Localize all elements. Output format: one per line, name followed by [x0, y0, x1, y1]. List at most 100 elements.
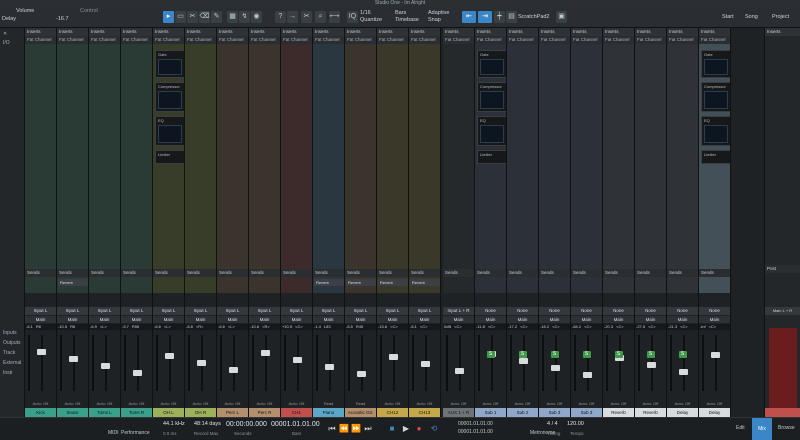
sends-header[interactable]: Sends [377, 269, 408, 277]
volume-fader[interactable] [324, 364, 334, 370]
cursor-follow-icon[interactable]: ┿ [494, 11, 505, 23]
volume-value[interactable]: -6.6 [154, 324, 161, 329]
volume-value[interactable]: +10.5 [282, 324, 292, 329]
input-select[interactable]: Input L [249, 307, 280, 315]
inserts-header[interactable]: Inserts [377, 28, 408, 36]
sends-header[interactable]: Sends [475, 269, 506, 277]
sends-header[interactable]: Sends [281, 269, 312, 277]
snap-grid-icon[interactable]: ⇥ [478, 11, 492, 23]
solo-button[interactable]: S [614, 351, 623, 358]
inserts-header[interactable]: Inserts [409, 28, 440, 36]
automation-mode[interactable]: Auto: Off [57, 401, 88, 407]
edit-button[interactable]: Edit [736, 425, 745, 431]
volume-value[interactable]: -6.1 [26, 324, 33, 329]
inserts-header[interactable]: Inserts [217, 28, 248, 36]
fat-channel-module[interactable]: Limiter [477, 150, 506, 164]
sends-header[interactable]: Sends [185, 269, 216, 277]
volume-fader[interactable] [260, 350, 270, 356]
channel-name[interactable]: CH1 [281, 408, 312, 417]
sends-header[interactable]: Sends [443, 269, 474, 277]
input-select[interactable]: Input L [25, 307, 56, 315]
volume-value[interactable]: -16.2 [540, 324, 549, 329]
song-button[interactable]: Song [745, 14, 758, 29]
timebase[interactable]: Bars Timebase [395, 10, 419, 25]
volume-fader[interactable] [292, 357, 302, 363]
sends-header[interactable]: Sends [667, 269, 698, 277]
fat-channel-insert[interactable]: Fat Channel [185, 36, 216, 44]
inserts-header[interactable]: Inserts [313, 28, 344, 36]
automation-mode[interactable]: Read [345, 401, 376, 407]
automation-mode[interactable]: Auto: Off [699, 401, 730, 407]
sends-header[interactable]: Sends [153, 269, 184, 277]
automation-mode[interactable]: Auto: Off [185, 401, 216, 407]
pan-value[interactable]: <L> [100, 324, 107, 329]
output-select[interactable]: Main [539, 316, 570, 323]
automation-mode[interactable]: Read [313, 401, 344, 407]
automation-mode[interactable]: Auto: Off [443, 401, 474, 407]
input-select[interactable]: Input L [217, 307, 248, 315]
scratchpad-icon[interactable]: ▤ [506, 11, 517, 23]
volume-value[interactable]: -21.3 [668, 324, 677, 329]
fat-channel-module[interactable]: Gate [155, 50, 184, 78]
channel-name[interactable]: Snare [57, 408, 88, 417]
tempo-value[interactable]: 120.00 [567, 421, 584, 427]
pan-value[interactable]: <R> [196, 324, 204, 329]
volume-value[interactable]: -27.5 [636, 324, 645, 329]
loop-icon[interactable]: ⟲ [429, 423, 439, 434]
volume-fader[interactable] [228, 367, 238, 373]
volume-fader[interactable] [550, 365, 560, 371]
channel-name[interactable]: Sub 3 [539, 408, 570, 417]
solo-button[interactable]: S [582, 351, 591, 358]
fat-channel-module[interactable]: Limiter [155, 150, 184, 164]
play-icon[interactable]: ▶ [401, 423, 411, 434]
volume-value[interactable]: -10.6 [250, 324, 259, 329]
volume-fader[interactable] [68, 356, 78, 362]
listen-tool-icon[interactable]: ◉ [251, 11, 262, 23]
solo-button[interactable]: S [486, 351, 495, 358]
seconds-value[interactable]: 00:00:00.000 [226, 421, 267, 428]
fat-channel-insert[interactable]: Fat Channel [603, 36, 634, 44]
help-icon[interactable]: ? [275, 11, 286, 23]
stop-icon[interactable]: ■ [387, 423, 397, 434]
channel-name[interactable]: Sub 3 [571, 408, 602, 417]
channel-name[interactable]: Kick [25, 408, 56, 417]
automation-mode[interactable]: Auto: Off [475, 401, 506, 407]
pan-value[interactable]: <L> [228, 324, 235, 329]
inserts-header[interactable]: Inserts [153, 28, 184, 36]
range-tool-icon[interactable]: ▭ [175, 11, 186, 23]
automation-mode[interactable]: Auto: Off [603, 401, 634, 407]
inserts-header[interactable]: Inserts [185, 28, 216, 36]
sends-header[interactable]: Sends [699, 269, 730, 277]
input-select[interactable]: None [507, 307, 538, 315]
quantize[interactable]: 1/16 Quantize [360, 10, 382, 25]
solo-button[interactable]: S [646, 351, 655, 358]
pan-value[interactable]: R46 [356, 324, 363, 329]
reverb-send[interactable]: Reverb [410, 279, 440, 286]
output-select[interactable]: Main [281, 316, 312, 323]
inserts-header[interactable]: Inserts [475, 28, 506, 36]
fat-channel-insert[interactable]: Fat Channel [153, 36, 184, 44]
inserts-header[interactable]: Inserts [699, 28, 730, 36]
channel-name[interactable]: Sub 1 [475, 408, 506, 417]
volume-fader[interactable] [454, 368, 464, 374]
channel-name[interactable]: OH R [185, 408, 216, 417]
mix-button[interactable]: Mix [752, 418, 772, 440]
channel-name[interactable]: CH12 [377, 408, 408, 417]
input-select[interactable]: None [635, 307, 666, 315]
fat-channel-insert[interactable]: Fat Channel [443, 36, 474, 44]
record-icon[interactable]: ● [414, 423, 424, 434]
arrow-tool-icon[interactable]: ▸ [163, 11, 174, 23]
output-select[interactable]: Main [345, 316, 376, 323]
input-select[interactable]: Input L + R [443, 307, 474, 315]
volume-value[interactable]: 0dB [444, 324, 451, 329]
sends-header[interactable]: Sends [249, 269, 280, 277]
fat-channel-module[interactable]: EQ [477, 116, 506, 146]
fat-channel-insert[interactable]: Fat Channel [313, 36, 344, 44]
input-select[interactable]: Input L [185, 307, 216, 315]
fat-channel-insert[interactable]: Fat Channel [281, 36, 312, 44]
main-output-label[interactable]: Main L + R [765, 307, 800, 315]
input-select[interactable]: Input L [57, 307, 88, 315]
automation-mode[interactable]: Auto: Off [635, 401, 666, 407]
input-select[interactable]: None [475, 307, 506, 315]
pan-value[interactable]: <C> [488, 324, 496, 329]
